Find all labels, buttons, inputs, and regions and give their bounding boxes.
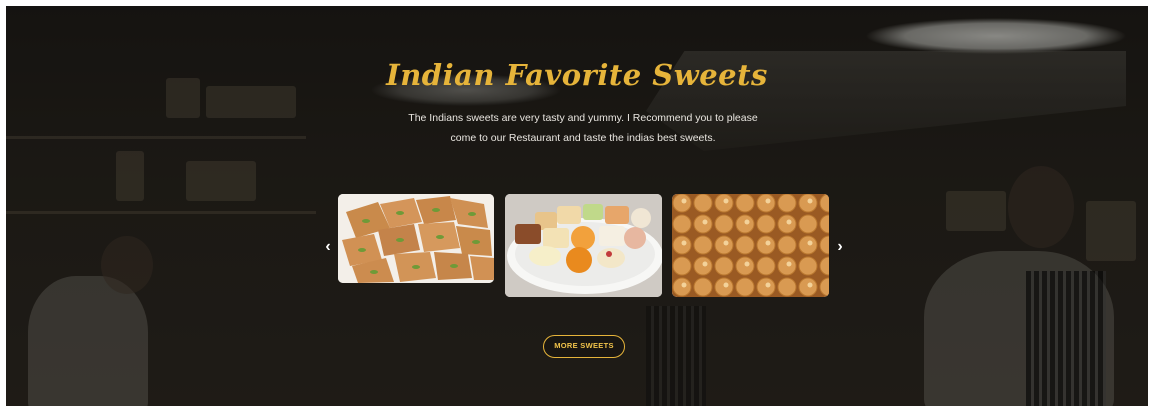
section-title: Indian Favorite Sweets bbox=[386, 58, 768, 92]
chevron-right-icon[interactable]: › bbox=[833, 238, 847, 256]
assorted-sweets-plate-image bbox=[505, 194, 662, 297]
section-description: The Indians sweets are very tasty and yu… bbox=[408, 112, 758, 144]
barfi-sweets-image bbox=[338, 194, 494, 283]
carousel-item-barfi[interactable] bbox=[338, 194, 494, 283]
more-sweets-button[interactable]: MORE SWEETS bbox=[543, 335, 625, 358]
carousel-item-assorted[interactable] bbox=[505, 194, 662, 297]
carousel-item-round-sweets[interactable] bbox=[672, 194, 829, 297]
sweets-section: Indian Favorite Sweets The Indians sweet… bbox=[6, 6, 1148, 406]
chevron-left-icon[interactable]: ‹ bbox=[321, 238, 335, 256]
round-sweets-tray-image bbox=[672, 194, 829, 297]
